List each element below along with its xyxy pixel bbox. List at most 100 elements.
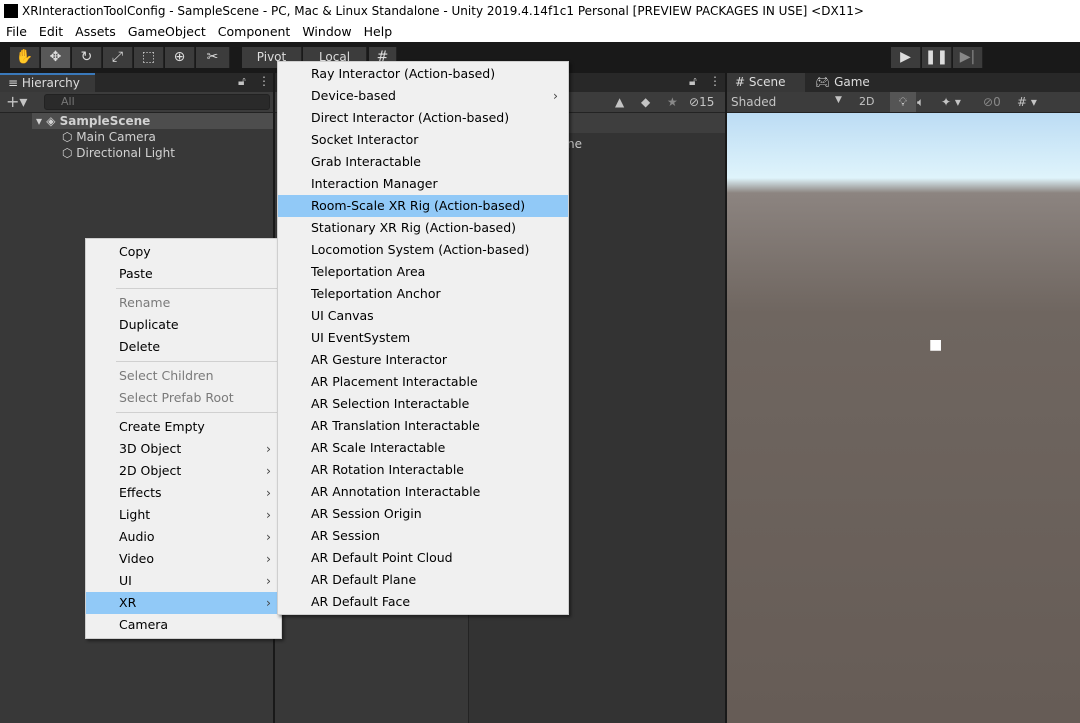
step-button[interactable]: ▶|: [953, 47, 983, 68]
menu-assets[interactable]: Assets: [69, 22, 122, 42]
hierarchy-search-input[interactable]: All: [44, 94, 270, 110]
filter-label-icon[interactable]: ◆: [641, 95, 650, 109]
menu-item-3d-object[interactable]: 3D Object ›: [86, 438, 281, 460]
hierarchy-item[interactable]: ⬡ Main Camera: [0, 129, 273, 145]
menu-item-xr[interactable]: XR ›: [86, 592, 281, 614]
custom-tool-button[interactable]: ✂: [196, 47, 230, 68]
menu-component[interactable]: Component: [212, 22, 297, 42]
menu-item-label: AR Translation Interactable: [311, 418, 480, 433]
menu-item-ar-scale-interactable[interactable]: AR Scale Interactable: [278, 437, 568, 459]
filter-type-icon[interactable]: ▲: [615, 95, 624, 109]
more-icon[interactable]: ⋮: [709, 74, 721, 88]
hand-tool-button[interactable]: ✋: [10, 47, 40, 68]
menu-item-ui-eventsystem[interactable]: UI EventSystem: [278, 327, 568, 349]
2d-toggle[interactable]: 2D: [859, 95, 874, 108]
menu-item-label: Duplicate: [119, 317, 179, 332]
scene-panel: # Scene 🎮︎ Game Shaded ▼ 2D 💡︎ 🔈︎ ✦ ▾ ⊘0…: [727, 73, 1080, 723]
hidden-count[interactable]: ⊘15: [689, 95, 714, 109]
menu-item-paste[interactable]: Paste: [86, 263, 281, 285]
menu-item-ar-gesture-interactor[interactable]: AR Gesture Interactor: [278, 349, 568, 371]
menu-item-label: Camera: [119, 617, 169, 632]
lock-icon[interactable]: 🔓︎: [238, 74, 246, 89]
scene-row[interactable]: ▾ ◈ SampleScene: [32, 113, 273, 129]
menu-item-label: Teleportation Area: [311, 264, 426, 279]
menu-item-teleportation-anchor[interactable]: Teleportation Anchor: [278, 283, 568, 305]
menu-item-interaction-manager[interactable]: Interaction Manager: [278, 173, 568, 195]
scale-tool-button[interactable]: ⤢: [103, 47, 133, 68]
menu-item-audio[interactable]: Audio ›: [86, 526, 281, 548]
menu-item-ar-session[interactable]: AR Session: [278, 525, 568, 547]
menu-item-teleportation-area[interactable]: Teleportation Area: [278, 261, 568, 283]
tab-hierarchy[interactable]: ≡ Hierarchy: [0, 73, 95, 92]
menu-help[interactable]: Help: [358, 22, 399, 42]
menu-item-label: Select Children: [119, 368, 214, 383]
menu-item-grab-interactable[interactable]: Grab Interactable: [278, 151, 568, 173]
menu-item-label: AR Scale Interactable: [311, 440, 446, 455]
menu-item-label: AR Default Plane: [311, 572, 417, 587]
tab-scene[interactable]: # Scene: [727, 73, 805, 92]
menu-item-delete[interactable]: Delete: [86, 336, 281, 358]
lock-icon[interactable]: 🔓︎: [689, 74, 697, 89]
menu-item-video[interactable]: Video ›: [86, 548, 281, 570]
rect-tool-button[interactable]: ⬚: [134, 47, 164, 68]
menu-item-room-scale-xr-rig-action-based[interactable]: Room-Scale XR Rig (Action-based): [278, 195, 568, 217]
pause-button[interactable]: ❚❚: [922, 47, 952, 68]
xr-submenu: Ray Interactor (Action-based) Device-base…: [277, 61, 569, 615]
menu-item-label: Device-based: [311, 88, 396, 103]
menu-item-label: Delete: [119, 339, 161, 354]
menu-separator: [116, 412, 279, 413]
move-tool-button[interactable]: ✥: [41, 47, 71, 68]
camera-gizmo-icon[interactable]: ■: [929, 337, 942, 353]
menu-item-camera[interactable]: Camera: [86, 614, 281, 636]
menu-item-label: Grab Interactable: [311, 154, 421, 169]
menu-item-ar-annotation-interactable[interactable]: AR Annotation Interactable: [278, 481, 568, 503]
menu-item-direct-interactor-action-based[interactable]: Direct Interactor (Action-based): [278, 107, 568, 129]
menu-item-ar-default-point-cloud[interactable]: AR Default Point Cloud: [278, 547, 568, 569]
audio-toggle[interactable]: 🔈︎: [917, 95, 924, 110]
more-icon[interactable]: ⋮: [258, 74, 270, 88]
favorite-icon[interactable]: ★: [667, 95, 678, 109]
add-button[interactable]: +▾: [6, 92, 27, 112]
effects-toggle[interactable]: ✦ ▾: [941, 95, 961, 109]
hidden-objects-toggle[interactable]: ⊘0: [983, 95, 1001, 109]
menu-item-ui[interactable]: UI ›: [86, 570, 281, 592]
rotate-tool-button[interactable]: ↻: [72, 47, 102, 68]
play-button[interactable]: ▶: [891, 47, 921, 68]
menu-item-ar-placement-interactable[interactable]: AR Placement Interactable: [278, 371, 568, 393]
lighting-toggle[interactable]: 💡︎: [890, 92, 916, 112]
menu-separator: [116, 361, 279, 362]
scene-viewport[interactable]: ■: [727, 113, 1080, 723]
menu-item-label: Paste: [119, 266, 153, 281]
gizmos-toggle[interactable]: # ▾: [1017, 95, 1037, 109]
menu-item-stationary-xr-rig-action-based[interactable]: Stationary XR Rig (Action-based): [278, 217, 568, 239]
menu-item-light[interactable]: Light ›: [86, 504, 281, 526]
hierarchy-item[interactable]: ⬡ Directional Light: [0, 145, 273, 161]
menu-item-socket-interactor[interactable]: Socket Interactor: [278, 129, 568, 151]
chevron-right-icon: ›: [266, 441, 271, 456]
menu-item-ar-rotation-interactable[interactable]: AR Rotation Interactable: [278, 459, 568, 481]
chevron-right-icon: ›: [266, 595, 271, 610]
menu-item-ar-default-plane[interactable]: AR Default Plane: [278, 569, 568, 591]
menu-item-ray-interactor-action-based[interactable]: Ray Interactor (Action-based): [278, 63, 568, 85]
transform-tool-button[interactable]: ⊕: [165, 47, 195, 68]
menu-item-ar-translation-interactable[interactable]: AR Translation Interactable: [278, 415, 568, 437]
menu-item-ar-default-face[interactable]: AR Default Face: [278, 591, 568, 613]
menu-item-ui-canvas[interactable]: UI Canvas: [278, 305, 568, 327]
menu-item-locomotion-system-action-based[interactable]: Locomotion System (Action-based): [278, 239, 568, 261]
tab-game[interactable]: 🎮︎ Game: [807, 73, 878, 92]
menu-item-copy[interactable]: Copy: [86, 241, 281, 263]
menu-item-label: Teleportation Anchor: [311, 286, 441, 301]
menu-window[interactable]: Window: [296, 22, 357, 42]
shading-dropdown[interactable]: Shaded: [731, 95, 776, 109]
menu-item-ar-session-origin[interactable]: AR Session Origin: [278, 503, 568, 525]
menu-edit[interactable]: Edit: [33, 22, 69, 42]
menu-item-effects[interactable]: Effects ›: [86, 482, 281, 504]
menu-item-2d-object[interactable]: 2D Object ›: [86, 460, 281, 482]
menu-item-ar-selection-interactable[interactable]: AR Selection Interactable: [278, 393, 568, 415]
menu-item-duplicate[interactable]: Duplicate: [86, 314, 281, 336]
menu-file[interactable]: File: [0, 22, 33, 42]
game-tab-label: Game: [834, 75, 870, 89]
menu-item-create-empty[interactable]: Create Empty: [86, 416, 281, 438]
menu-item-device-based[interactable]: Device-based ›: [278, 85, 568, 107]
menu-gameobject[interactable]: GameObject: [122, 22, 212, 42]
